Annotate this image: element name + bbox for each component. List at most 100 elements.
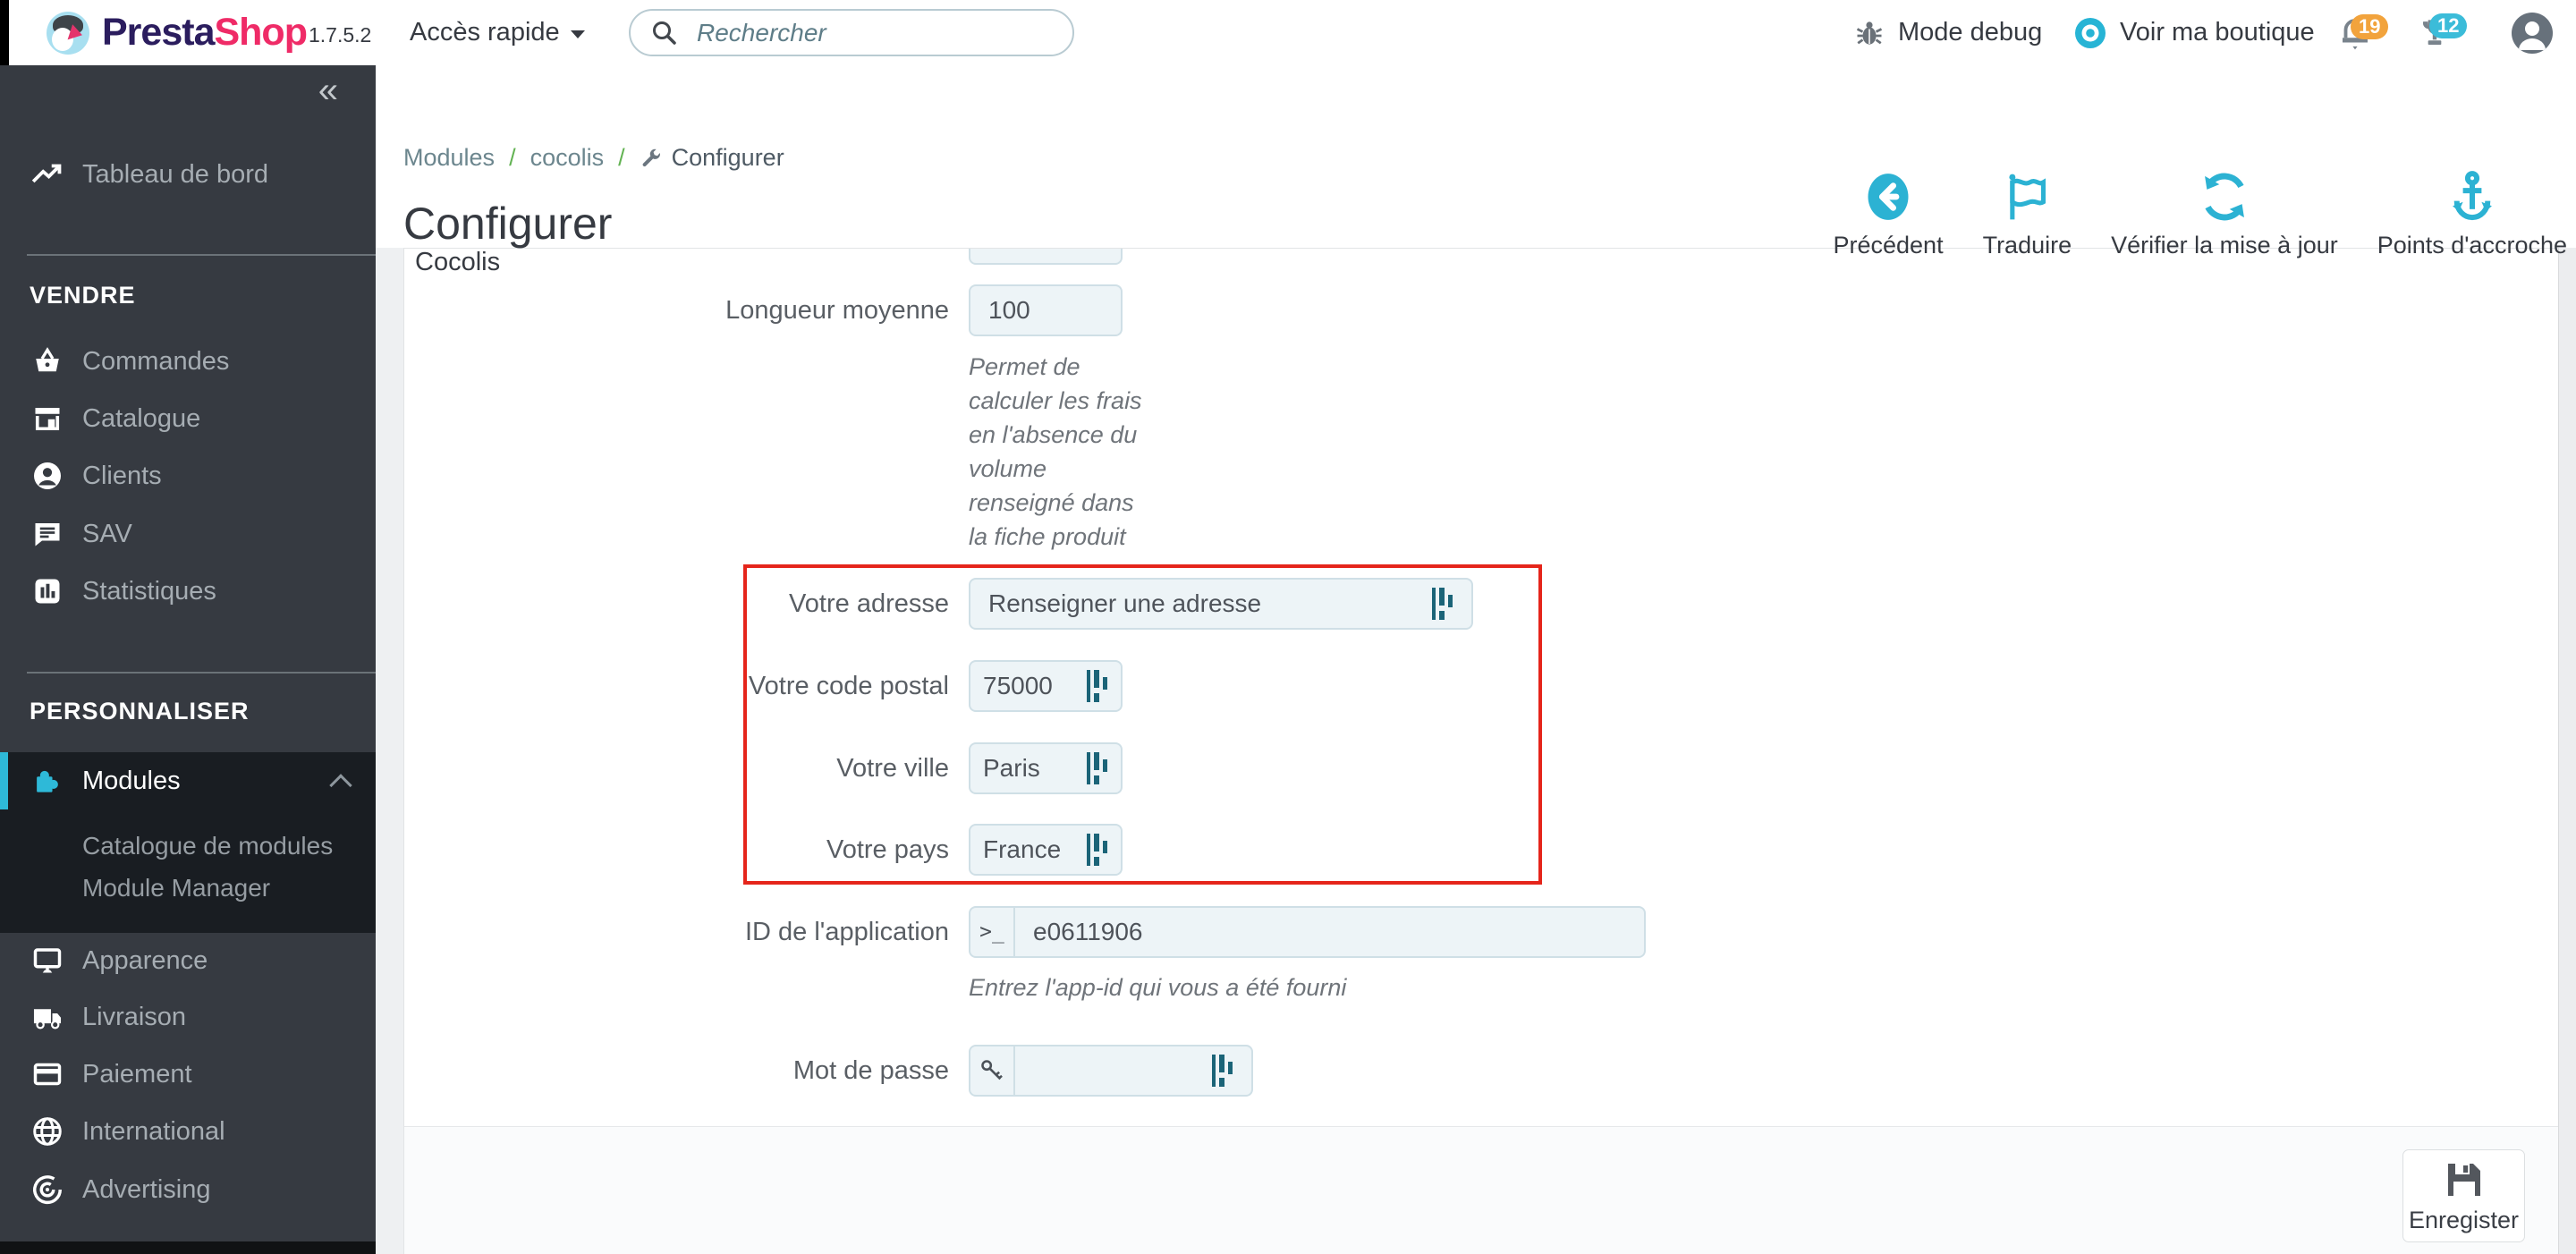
length-help: Permet de calculer les frais en l'absenc…	[969, 350, 1157, 554]
app-id-label: ID de l'application	[404, 918, 949, 947]
truck-icon	[30, 1000, 65, 1034]
sidebar-item-statistiques[interactable]: Statistiques	[0, 566, 376, 616]
breadcrumb: Modules / cocolis / Configurer	[403, 144, 784, 172]
length-input[interactable]: 100	[969, 284, 1123, 336]
sidebar-section-personnaliser: PERSONNALISER	[30, 698, 250, 725]
quick-access-dropdown[interactable]: Accès rapide	[410, 18, 585, 47]
anchor-icon	[2447, 169, 2497, 225]
zip-label: Votre code postal	[404, 672, 949, 701]
hook-points-button[interactable]: Points d'accroche	[2377, 169, 2567, 259]
sidebar-divider	[27, 672, 376, 674]
form-row-app-id: ID de l'application >_ e0611906	[404, 906, 1646, 958]
autofill-icon[interactable]	[1212, 1054, 1233, 1088]
terminal-icon: >_	[970, 908, 1015, 956]
account-menu[interactable]	[2512, 0, 2553, 65]
form-row-length: Longueur moyenne 100	[404, 284, 1123, 336]
content-area: Longueur moyenne 100 Permet de calculer …	[376, 248, 2558, 1254]
chevron-down-icon	[571, 30, 585, 38]
clipped-input[interactable]	[969, 248, 1123, 265]
eye-icon	[2073, 16, 2107, 50]
autofill-icon[interactable]	[1432, 587, 1453, 621]
prestashop-logo[interactable]: PrestaShop	[47, 11, 307, 55]
announcement-badge: 12	[2429, 13, 2467, 38]
sidebar-item-international[interactable]: International	[0, 1106, 376, 1157]
sidebar-item-modules[interactable]: Modules	[0, 756, 376, 806]
form-row-password: Mot de passe	[404, 1045, 1253, 1097]
corner-strip	[0, 0, 9, 65]
vertical-scrollbar[interactable]	[2558, 248, 2576, 1254]
form-row-address: Votre adresse Renseigner une adresse	[404, 578, 1473, 630]
chat-icon	[30, 518, 65, 550]
address-label: Votre adresse	[404, 589, 949, 619]
city-input[interactable]: Paris	[969, 742, 1123, 794]
form-row-zip: Votre code postal 75000	[404, 660, 1123, 712]
header-actions: Précédent Traduire Vérifier la mise à jo…	[1833, 169, 2567, 259]
sidebar-item-livraison[interactable]: Livraison	[0, 992, 376, 1042]
address-input[interactable]: Renseigner une adresse	[969, 578, 1473, 630]
sidebar-item-catalogue[interactable]: Catalogue	[0, 394, 376, 444]
sidebar-collapse-button[interactable]: «	[318, 72, 338, 108]
previous-button[interactable]: Précédent	[1833, 169, 1943, 259]
notification-badge: 19	[2351, 14, 2388, 39]
password-input-group	[969, 1045, 1253, 1097]
storefront-icon	[30, 402, 65, 435]
password-label: Mot de passe	[404, 1056, 949, 1086]
credit-card-icon	[30, 1058, 65, 1090]
avatar-icon	[2512, 13, 2553, 54]
basket-icon	[30, 345, 65, 377]
target-icon	[30, 1174, 65, 1206]
view-shop[interactable]: Voir ma boutique	[2073, 0, 2315, 65]
flag-icon	[2002, 169, 2052, 225]
sidebar-item-sav[interactable]: SAV	[0, 509, 376, 559]
notifications-button[interactable]: 19	[2336, 0, 2374, 65]
mode-debug[interactable]: Mode debug	[1853, 0, 2042, 65]
breadcrumb-cocolis[interactable]: cocolis	[530, 144, 605, 172]
version-label: 1.7.5.2	[309, 23, 371, 47]
module-config-card: Longueur moyenne 100 Permet de calculer …	[403, 248, 2558, 1254]
app-id-input-group: >_ e0611906	[969, 906, 1646, 958]
sidebar-item-dashboard[interactable]: Tableau de bord	[0, 149, 376, 199]
floppy-disk-icon	[2443, 1158, 2486, 1201]
app-id-input[interactable]: e0611906	[1015, 908, 1644, 956]
translate-button[interactable]: Traduire	[1983, 169, 2072, 259]
back-circle-icon	[1864, 169, 1912, 225]
form-row-city: Votre ville Paris	[404, 742, 1123, 794]
sidebar-item-clients[interactable]: Clients	[0, 451, 376, 501]
sidebar-item-commandes[interactable]: Commandes	[0, 336, 376, 386]
search-input[interactable]	[697, 19, 1037, 47]
puzzle-icon	[30, 764, 65, 798]
sidebar-divider	[27, 254, 376, 256]
card-footer: Enregister	[404, 1126, 2558, 1254]
search-icon	[650, 19, 679, 47]
country-input[interactable]: France	[969, 824, 1123, 876]
bar-chart-icon	[30, 575, 65, 607]
breadcrumb-modules[interactable]: Modules	[403, 144, 495, 172]
page-title: Configurer	[403, 198, 612, 250]
sidebar-item-apparence[interactable]: Apparence	[0, 936, 376, 986]
city-label: Votre ville	[404, 754, 949, 784]
autofill-icon[interactable]	[1087, 833, 1108, 867]
zip-input[interactable]: 75000	[969, 660, 1123, 712]
autofill-icon[interactable]	[1087, 669, 1108, 703]
password-input[interactable]	[1015, 1046, 1251, 1095]
page-header: Modules / cocolis / Configurer Configure…	[376, 65, 2576, 248]
search-bar[interactable]	[629, 9, 1074, 56]
sidebar-item-paiement[interactable]: Paiement	[0, 1049, 376, 1099]
monitor-icon	[30, 945, 65, 977]
sidebar-section-vendre: VENDRE	[30, 282, 136, 309]
country-label: Votre pays	[404, 835, 949, 865]
autofill-icon[interactable]	[1087, 751, 1108, 785]
person-circle-icon	[30, 460, 65, 492]
length-label: Longueur moyenne	[404, 296, 949, 326]
check-update-button[interactable]: Vérifier la mise à jour	[2111, 169, 2338, 259]
globe-icon	[30, 1115, 65, 1148]
announcements-button[interactable]: 12	[2415, 0, 2454, 65]
sidebar-bottom-strip	[0, 1241, 376, 1254]
sidebar-subitem-module-manager[interactable]: Module Manager	[0, 867, 376, 910]
save-button[interactable]: Enregister	[2402, 1149, 2525, 1242]
sidebar-item-advertising[interactable]: Advertising	[0, 1165, 376, 1215]
sidebar: « Tableau de bord VENDRE Commandes Catal…	[0, 65, 376, 1254]
form-row-country: Votre pays France	[404, 824, 1123, 876]
sidebar-subitem-catalogue-de-modules[interactable]: Catalogue de modules	[0, 825, 376, 868]
top-bar: PrestaShop 1.7.5.2 Accès rapide Mode deb…	[0, 0, 2576, 65]
